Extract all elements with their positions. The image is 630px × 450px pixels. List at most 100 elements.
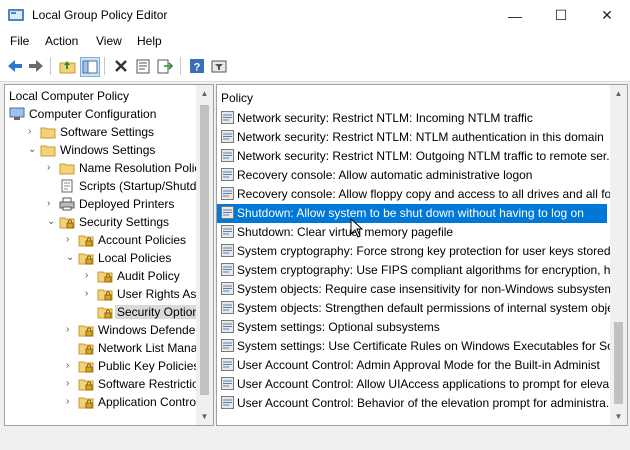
- security-folder-icon: [59, 217, 75, 229]
- tree-item-label: Software Restriction: [98, 377, 206, 391]
- filter-button[interactable]: [210, 57, 228, 75]
- tree-item-label: Scripts (Startup/Shutdow: [79, 179, 212, 193]
- forward-arrow-icon: [29, 60, 43, 72]
- policy-name: Recovery console: Allow floppy copy and …: [237, 187, 614, 201]
- tree-item-label: Deployed Printers: [79, 197, 175, 211]
- list-vertical-scrollbar[interactable]: ▲ ▼: [610, 85, 627, 425]
- forward-button[interactable]: [27, 57, 45, 75]
- expand-chevron-icon[interactable]: ›: [47, 198, 57, 210]
- tree-item[interactable]: ⌄ Security Settings: [5, 214, 195, 232]
- tree-item-label: Account Policies: [98, 233, 187, 247]
- security-folder-icon: [78, 235, 94, 247]
- policy-setting-icon: [221, 320, 234, 333]
- collapse-chevron-icon[interactable]: ⌄: [47, 216, 57, 228]
- policy-row[interactable]: User Account Control: Allow UIAccess app…: [217, 375, 609, 394]
- scroll-up-arrow-icon[interactable]: ▲: [196, 85, 213, 102]
- export-list-button[interactable]: [156, 57, 174, 75]
- policy-row[interactable]: System objects: Strengthen default permi…: [217, 299, 614, 318]
- tree-item[interactable]: › Name Resolution Policy: [5, 160, 206, 178]
- script-icon: [61, 179, 73, 193]
- policy-row[interactable]: Network security: Restrict NTLM: Incomin…: [217, 109, 607, 128]
- tree-item[interactable]: › Windows Defender F: [5, 322, 210, 340]
- policy-name: User Account Control: Behavior of the el…: [237, 396, 616, 410]
- tree-item[interactable]: Computer Configuration: [5, 106, 195, 124]
- menu-action[interactable]: Action: [45, 34, 78, 48]
- expand-chevron-icon[interactable]: ›: [28, 126, 38, 138]
- expand-chevron-icon[interactable]: ›: [66, 396, 76, 408]
- delete-button[interactable]: [112, 57, 130, 75]
- policy-row[interactable]: Shutdown: Allow system to be shut down w…: [217, 204, 607, 223]
- tree-item[interactable]: › Application Control I: [5, 394, 205, 412]
- minimize-button[interactable]: —: [492, 0, 538, 31]
- expand-chevron-icon[interactable]: ›: [66, 378, 76, 390]
- tree-item[interactable]: Security Options: [5, 304, 208, 322]
- policy-name: System settings: Use Certificate Rules o…: [237, 339, 628, 353]
- policy-row[interactable]: System objects: Require case insensitivi…: [217, 280, 620, 299]
- policy-setting-icon: [221, 206, 234, 219]
- minimize-icon: —: [508, 7, 522, 24]
- folder-icon: [40, 127, 56, 139]
- help-button[interactable]: ?: [188, 57, 206, 75]
- tree-item[interactable]: › User Rights Assig: [5, 286, 212, 304]
- show-hide-tree-button[interactable]: [80, 57, 100, 77]
- tree-item[interactable]: › Audit Policy: [5, 268, 195, 286]
- tree-item[interactable]: Local Computer Policy: [5, 88, 195, 106]
- close-button[interactable]: ✕: [584, 0, 630, 31]
- policy-row[interactable]: Network security: Restrict NTLM: NTLM au…: [217, 128, 607, 147]
- menu-help[interactable]: Help: [137, 34, 162, 48]
- tree-item[interactable]: ⌄ Windows Settings: [5, 142, 195, 160]
- collapse-chevron-icon[interactable]: ⌄: [66, 252, 76, 264]
- scroll-thumb[interactable]: [614, 322, 623, 404]
- expand-chevron-icon[interactable]: ›: [66, 234, 76, 246]
- tree-item[interactable]: › Software Restriction: [5, 376, 205, 394]
- no-expander: [85, 306, 95, 318]
- tree-item[interactable]: › Software Settings: [5, 124, 195, 142]
- folder-icon: [59, 163, 75, 175]
- policy-row[interactable]: System cryptography: Use FIPS compliant …: [217, 261, 620, 280]
- expand-chevron-icon[interactable]: ›: [47, 162, 57, 174]
- policy-row[interactable]: Shutdown: Clear virtual memory pagefile: [217, 223, 607, 242]
- tree-item[interactable]: Network List Manage: [5, 340, 211, 358]
- scroll-thumb[interactable]: [200, 105, 209, 395]
- security-folder-icon: [97, 289, 113, 301]
- maximize-button[interactable]: ☐: [538, 0, 584, 31]
- tree-item[interactable]: › Deployed Printers: [5, 196, 195, 214]
- policy-name: System objects: Strengthen default permi…: [237, 301, 614, 315]
- policy-name: System cryptography: Force strong key pr…: [237, 244, 624, 258]
- policy-column-header[interactable]: Policy: [221, 91, 253, 105]
- toolbar-separator: [50, 57, 51, 75]
- expand-chevron-icon[interactable]: ›: [66, 360, 76, 372]
- expand-chevron-icon[interactable]: ›: [85, 270, 95, 282]
- no-expander: [47, 180, 57, 192]
- menu-file[interactable]: File: [10, 34, 29, 48]
- scroll-down-arrow-icon[interactable]: ▼: [196, 408, 213, 425]
- scroll-up-arrow-icon[interactable]: ▲: [610, 85, 627, 102]
- policy-row[interactable]: User Account Control: Behavior of the el…: [217, 394, 616, 413]
- tree-item[interactable]: Scripts (Startup/Shutdow: [5, 178, 212, 196]
- tree-item-label: Windows Settings: [60, 143, 156, 157]
- expand-chevron-icon[interactable]: ›: [85, 288, 95, 300]
- collapse-chevron-icon[interactable]: ⌄: [28, 144, 38, 156]
- printer-icon: [59, 197, 75, 211]
- expand-chevron-icon[interactable]: ›: [66, 324, 76, 336]
- menu-view[interactable]: View: [96, 34, 122, 48]
- policy-row[interactable]: Recovery console: Allow automatic admini…: [217, 166, 607, 185]
- policy-setting-icon: [221, 187, 234, 200]
- tree-item[interactable]: › Account Policies: [5, 232, 195, 250]
- tree-item[interactable]: ⌄ Local Policies: [5, 250, 195, 268]
- policy-row[interactable]: User Account Control: Admin Approval Mod…: [217, 356, 607, 375]
- scroll-down-arrow-icon[interactable]: ▼: [610, 408, 627, 425]
- policy-setting-icon: [221, 301, 234, 314]
- tree-vertical-scrollbar[interactable]: ▲ ▼: [196, 85, 213, 425]
- policy-row[interactable]: Recovery console: Allow floppy copy and …: [217, 185, 614, 204]
- policy-row[interactable]: System cryptography: Force strong key pr…: [217, 242, 624, 261]
- computer-icon: [9, 107, 25, 120]
- tree-item[interactable]: › Public Key Policies: [5, 358, 199, 376]
- policy-row[interactable]: Network security: Restrict NTLM: Outgoin…: [217, 147, 616, 166]
- properties-button[interactable]: [134, 57, 152, 75]
- policy-row[interactable]: System settings: Optional subsystems: [217, 318, 607, 337]
- up-one-level-button[interactable]: [58, 57, 76, 75]
- policy-row[interactable]: System settings: Use Certificate Rules o…: [217, 337, 627, 356]
- back-button[interactable]: [6, 57, 24, 75]
- policy-setting-icon: [221, 111, 234, 124]
